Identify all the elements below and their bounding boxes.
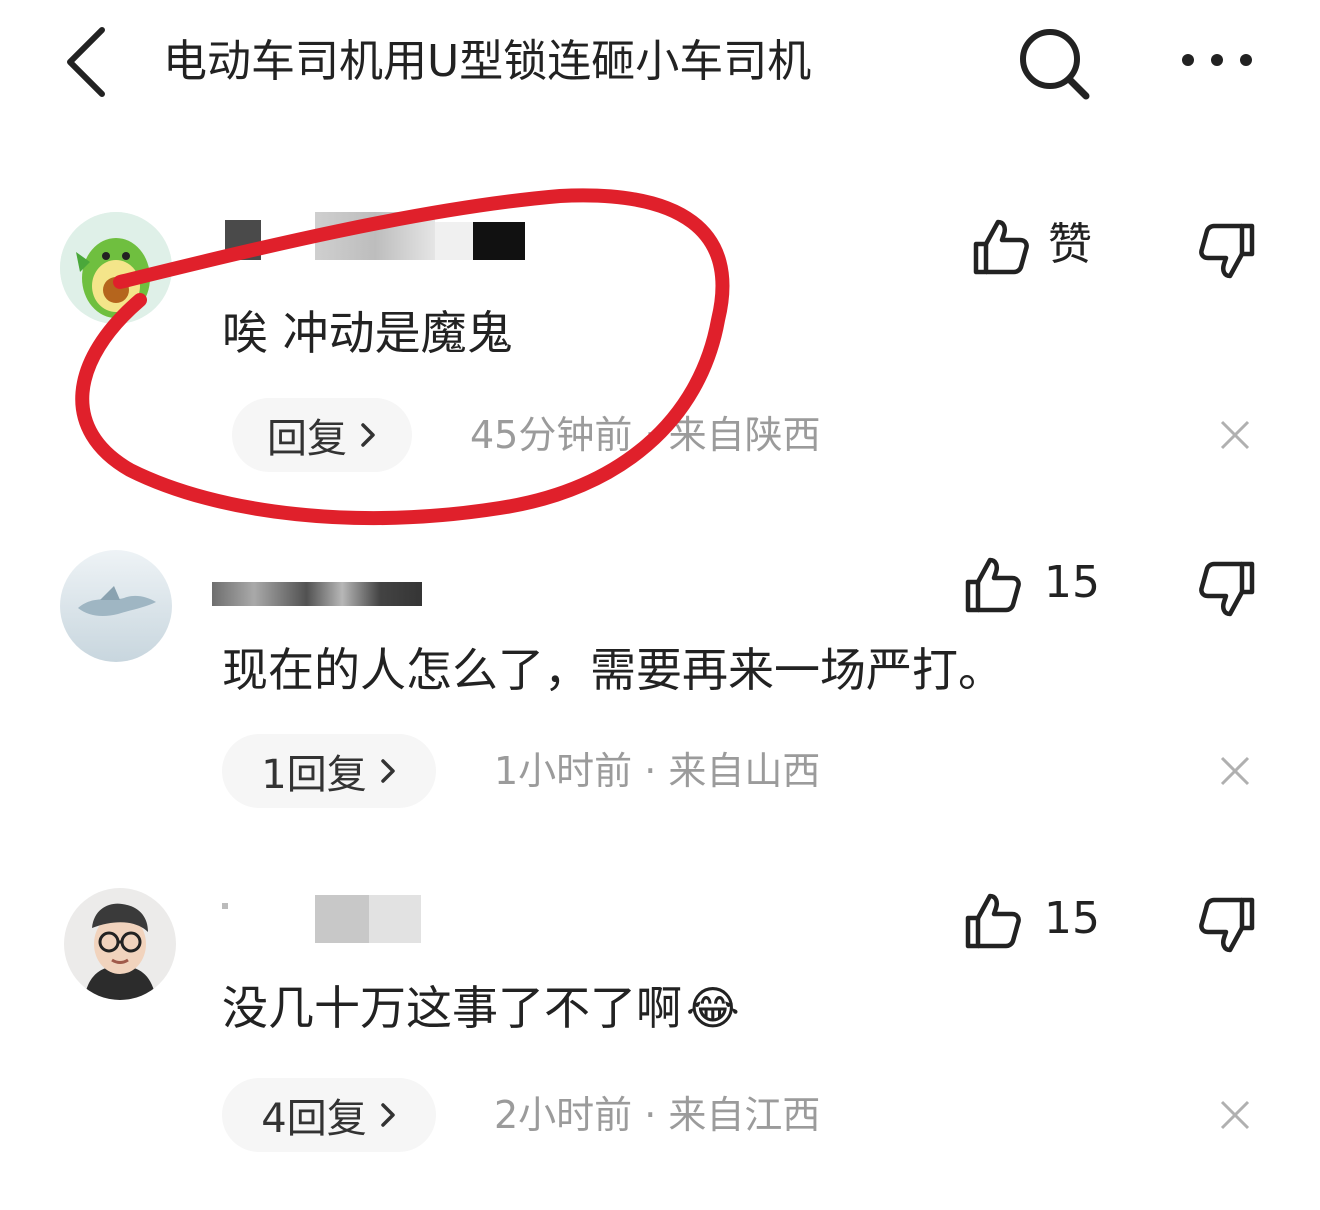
avatar[interactable]	[60, 550, 172, 662]
thumbs-down-icon	[1199, 897, 1255, 953]
laughing-crying-emoji: 😂	[686, 981, 740, 1035]
more-horizontal-icon	[1182, 54, 1252, 66]
username-blurred[interactable]	[222, 895, 422, 943]
dislike-button[interactable]	[1196, 558, 1258, 620]
comment-meta: 1小时前 · 来自山西	[494, 749, 821, 793]
search-button[interactable]	[1010, 22, 1094, 102]
thumbs-up-icon	[965, 557, 1021, 613]
comment-meta: 45分钟前 · 来自陕西	[470, 413, 821, 457]
reply-label: 4回复	[261, 1096, 367, 1142]
chevron-right-icon	[359, 421, 377, 449]
chevron-right-icon	[379, 757, 397, 785]
dislike-button[interactable]	[1196, 894, 1258, 956]
chevron-right-icon	[379, 1101, 397, 1129]
reply-button[interactable]: 回复	[232, 398, 412, 472]
reply-label: 1回复	[261, 752, 367, 798]
comment-text-body: 没几十万这事了不了啊	[222, 981, 682, 1035]
avocado-avatar-icon	[60, 212, 172, 324]
reply-label: 回复	[267, 416, 347, 462]
like-count: 15	[1044, 893, 1100, 944]
thumbs-down-icon	[1199, 223, 1255, 279]
close-button[interactable]	[1212, 412, 1258, 458]
back-button[interactable]	[58, 24, 118, 100]
close-icon	[1220, 420, 1250, 450]
page-title: 电动车司机用U型锁连砸小车司机	[163, 36, 812, 87]
comment-meta: 2小时前 · 来自江西	[494, 1093, 821, 1137]
comment-text: 唉 冲动是魔鬼	[222, 306, 513, 360]
like-label: 赞	[1048, 219, 1092, 270]
search-icon	[1020, 29, 1090, 100]
comment-text: 没几十万这事了不了啊😂	[222, 975, 740, 1041]
username-blurred[interactable]	[225, 212, 525, 260]
close-icon	[1220, 756, 1250, 786]
like-button[interactable]	[962, 890, 1024, 952]
like-count: 15	[1044, 557, 1100, 608]
thumbs-down-icon	[1199, 561, 1255, 617]
glasses-person-avatar-icon	[64, 888, 176, 1000]
like-button[interactable]	[970, 216, 1032, 278]
thumbs-up-icon	[965, 893, 1021, 949]
avatar[interactable]	[60, 212, 172, 324]
reply-button[interactable]: 4回复	[222, 1078, 436, 1152]
reply-button[interactable]: 1回复	[222, 734, 436, 808]
dislike-button[interactable]	[1196, 220, 1258, 282]
close-icon	[1220, 1100, 1250, 1130]
thumbs-up-icon	[973, 219, 1029, 275]
comment-text: 现在的人怎么了，需要再来一场严打。	[222, 643, 1004, 697]
username-blurred[interactable]	[212, 578, 422, 608]
close-button[interactable]	[1212, 748, 1258, 794]
chevron-left-icon	[67, 27, 105, 97]
avatar[interactable]	[64, 888, 176, 1000]
close-button[interactable]	[1212, 1092, 1258, 1138]
more-button[interactable]	[1172, 36, 1262, 84]
bird-avatar-icon	[60, 550, 172, 662]
like-button[interactable]	[962, 554, 1024, 616]
